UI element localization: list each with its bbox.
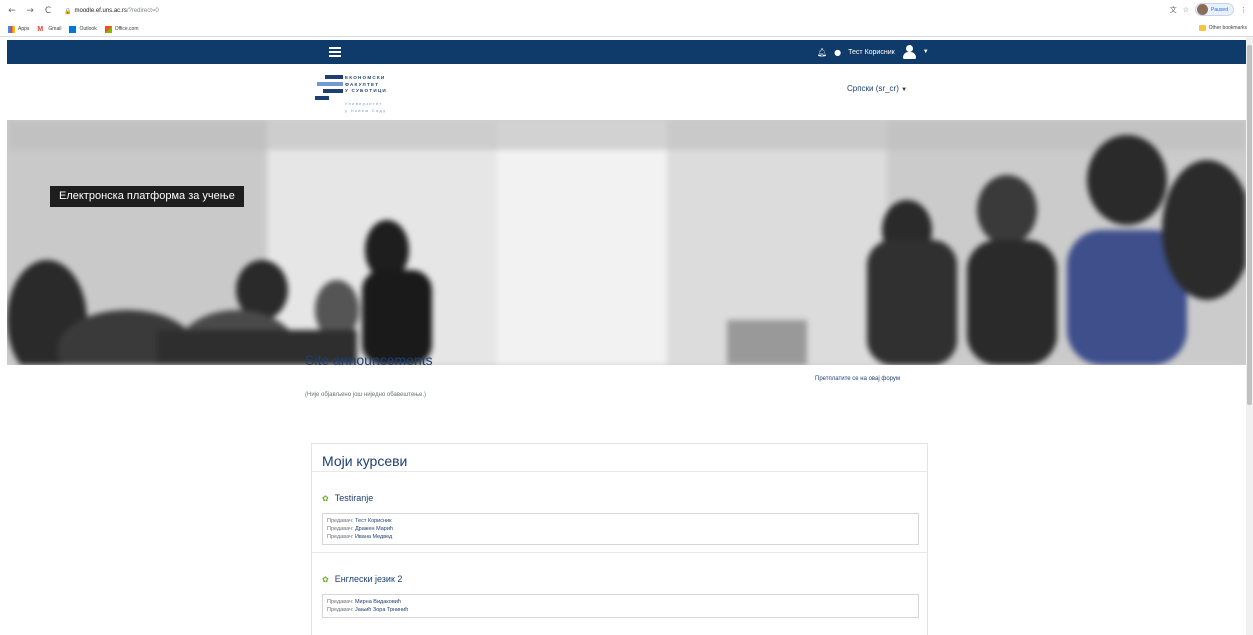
teacher-link[interactable]: Тест Корисник <box>355 518 392 524</box>
gmail-icon: M <box>37 25 44 33</box>
messages-chat-icon[interactable]: ● <box>834 48 841 57</box>
bookmark-apps[interactable]: Apps <box>8 25 29 33</box>
no-announcements-text: (Није објављено још ниједно обавештење.) <box>305 392 427 398</box>
hamburger-menu-icon[interactable] <box>329 47 341 57</box>
course-icon: ✿ <box>322 574 329 584</box>
lock-icon: 🔒 <box>64 7 72 15</box>
site-announcements: Site announcements Претплатите се на ова… <box>305 352 925 398</box>
translate-icon[interactable]: 文 <box>1170 5 1177 15</box>
hero-banner: Електронска платформа за учење <box>7 120 1246 365</box>
faculty-logo[interactable]: ЕКОНОМСКИ ФАКУЛТЕТ У СУБОТИЦИ Универзите… <box>315 73 435 115</box>
course-teachers: Предавач: Мирна Видаковић Предавач: Јањи… <box>322 594 919 618</box>
teacher-line: Предавач: Јањић Зора Трнинић <box>327 607 409 613</box>
apps-icon <box>8 25 15 33</box>
bookmark-office[interactable]: Office.com <box>104 25 139 33</box>
page-gutter <box>0 37 7 635</box>
course-item: ✿ Testiranje Предавач: Тест Корисник Пре… <box>312 472 927 553</box>
course-icon: ✿ <box>322 493 329 503</box>
outlook-icon <box>69 25 77 33</box>
office-icon <box>104 25 112 33</box>
user-menu-caret-icon[interactable]: ▼ <box>923 49 929 55</box>
address-bar[interactable]: 🔒 moodle.ef.uns.ac.rs/?redirect=0 <box>64 4 159 18</box>
scrollbar-thumb[interactable] <box>1247 45 1252 405</box>
my-courses-box: Моји курсеви ✿ Testiranje Предавач: Тест… <box>311 443 928 635</box>
brand-bar: ЕКОНОМСКИ ФАКУЛТЕТ У СУБОТИЦИ Универзите… <box>7 64 1246 120</box>
teacher-line: Предавач: Дражен Марић <box>327 526 393 532</box>
bookmarks-bar: Apps M Gmail Outlook Office.com Other boo… <box>0 22 1253 36</box>
bookmark-gmail[interactable]: M Gmail <box>37 26 61 33</box>
other-bookmarks[interactable]: Other bookmarks <box>1198 25 1247 31</box>
course-link[interactable]: Енглески језик 2 <box>335 574 403 584</box>
notifications-bell-icon[interactable]: 🔔︎ <box>817 48 827 57</box>
course-teachers: Предавач: Тест Корисник Предавач: Дражен… <box>322 513 919 545</box>
profile-status: Paused <box>1211 6 1228 13</box>
user-menu-name[interactable]: Тест Корисник <box>848 49 895 56</box>
teacher-line: Предавач: Тест Корисник <box>327 518 392 524</box>
course-link[interactable]: Testiranje <box>335 493 374 503</box>
logo-text: ЕКОНОМСКИ ФАКУЛТЕТ У СУБОТИЦИ <box>345 75 387 93</box>
url-host: moodle.ef.uns.ac.rs <box>74 8 127 14</box>
menu-dots-icon[interactable]: ⋮ <box>1240 6 1247 14</box>
profile-button[interactable]: Paused <box>1195 3 1234 16</box>
announcements-title: Site announcements <box>305 352 433 368</box>
teacher-line: Предавач: Мирна Видаковић <box>327 599 401 605</box>
page-scrollbar[interactable] <box>1246 37 1253 635</box>
teacher-link[interactable]: Јањић Зора Трнинић <box>355 607 408 613</box>
language-caret-icon: ▼ <box>901 87 908 93</box>
course-item: ✿ Енглески језик 2 Предавач: Мирна Видак… <box>312 553 927 618</box>
top-navbar: 🔔︎ ● Тест Корисник ▼ <box>7 40 1246 64</box>
my-courses-title: Моји курсеви <box>312 444 927 472</box>
hero-title: Електронска платформа за учење <box>50 186 244 207</box>
logo-subtext: Универзитет у Новом Саду <box>345 101 387 113</box>
teacher-line: Предавач: Ивана Медвед <box>327 534 393 540</box>
teacher-link[interactable]: Ивана Медвед <box>355 534 392 540</box>
browser-toolbar: ← → C 🔒 moodle.ef.uns.ac.rs/?redirect=0 … <box>0 0 1253 22</box>
subscribe-forum-link[interactable]: Претплатите се на овај форум <box>815 376 900 382</box>
hero-photo <box>7 120 1246 365</box>
star-icon[interactable]: ☆ <box>1183 6 1189 14</box>
avatar <box>1197 4 1209 15</box>
bookmark-outlook[interactable]: Outlook <box>69 25 97 33</box>
teacher-link[interactable]: Мирна Видаковић <box>355 599 401 605</box>
url-path: /?redirect=0 <box>126 8 159 14</box>
back-icon[interactable]: ← <box>6 5 18 17</box>
reload-icon[interactable]: C <box>42 5 54 17</box>
forward-icon[interactable]: → <box>24 5 36 17</box>
user-avatar-icon[interactable] <box>902 45 916 59</box>
teacher-link[interactable]: Дражен Марић <box>355 526 393 532</box>
folder-icon <box>1198 25 1206 31</box>
language-selector[interactable]: Српски (sr_cr) ▼ <box>847 84 907 93</box>
